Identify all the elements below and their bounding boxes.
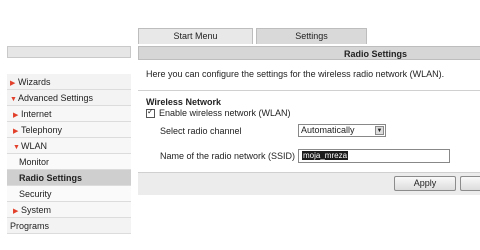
sidebar-item-label: Internet <box>21 109 52 119</box>
sidebar-item-security[interactable]: Security <box>7 186 131 202</box>
enable-wlan-checkbox[interactable] <box>146 107 155 118</box>
sidebar-item-telephony[interactable]: ▶ Telephony <box>7 122 131 138</box>
sidebar-item-wizards[interactable]: ▶ Wizards <box>7 74 131 90</box>
tab-settings[interactable]: Settings <box>256 28 367 44</box>
apply-button[interactable]: Apply <box>394 176 456 191</box>
sidebar-item-label: WLAN <box>21 141 48 151</box>
channel-select-value: Automatically <box>301 125 355 135</box>
page-title: Radio Settings <box>138 46 480 60</box>
sidebar-item-label: Wizards <box>18 77 51 87</box>
enable-wlan-row: Enable wireless network (WLAN) <box>146 107 291 118</box>
sidebar-item-system[interactable]: ▶ System <box>7 202 131 218</box>
sidebar-item-monitor[interactable]: Monitor <box>7 154 131 170</box>
sidebar-item-internet[interactable]: ▶ Internet <box>7 106 131 122</box>
page-description: Here you can configure the settings for … <box>146 69 445 79</box>
sidebar-item-label: Security <box>19 189 52 199</box>
sidebar-item-label: Telephony <box>21 125 63 135</box>
sidebar: ▶ Wizards ▼Advanced Settings ▶ Internet ▶ T… <box>7 46 131 234</box>
sidebar-item-wlan[interactable]: ▼WLAN <box>7 138 131 154</box>
sidebar-header <box>7 46 131 58</box>
channel-select[interactable]: Automatically ▼ <box>298 124 386 137</box>
sidebar-item-label: Advanced Settings <box>18 93 94 103</box>
enable-wlan-label: Enable wireless network (WLAN) <box>159 108 291 118</box>
tab-start-menu[interactable]: Start Menu <box>138 28 253 44</box>
button-bar: Apply <box>138 172 480 195</box>
ssid-input[interactable]: moja_mreza <box>298 149 450 163</box>
cancel-button[interactable] <box>460 176 480 191</box>
main-panel: Radio Settings Here you can configure th… <box>138 46 480 196</box>
divider <box>138 90 480 91</box>
channel-label: Select radio channel <box>160 126 242 136</box>
sidebar-item-radio-settings[interactable]: Radio Settings <box>7 170 131 186</box>
ssid-value: moja_mreza <box>302 151 349 160</box>
section-title: Wireless Network <box>146 97 221 107</box>
sidebar-item-label: System <box>21 205 52 215</box>
sidebar-item-label: Radio Settings <box>19 173 83 183</box>
sidebar-item-advanced-settings[interactable]: ▼Advanced Settings <box>7 90 131 106</box>
sidebar-item-label: Programs <box>10 221 50 231</box>
ssid-label: Name of the radio network (SSID) <box>160 151 296 161</box>
sidebar-item-label: Monitor <box>19 157 50 167</box>
chevron-down-icon[interactable]: ▼ <box>375 126 384 135</box>
sidebar-item-programs[interactable]: Programs <box>7 218 131 234</box>
